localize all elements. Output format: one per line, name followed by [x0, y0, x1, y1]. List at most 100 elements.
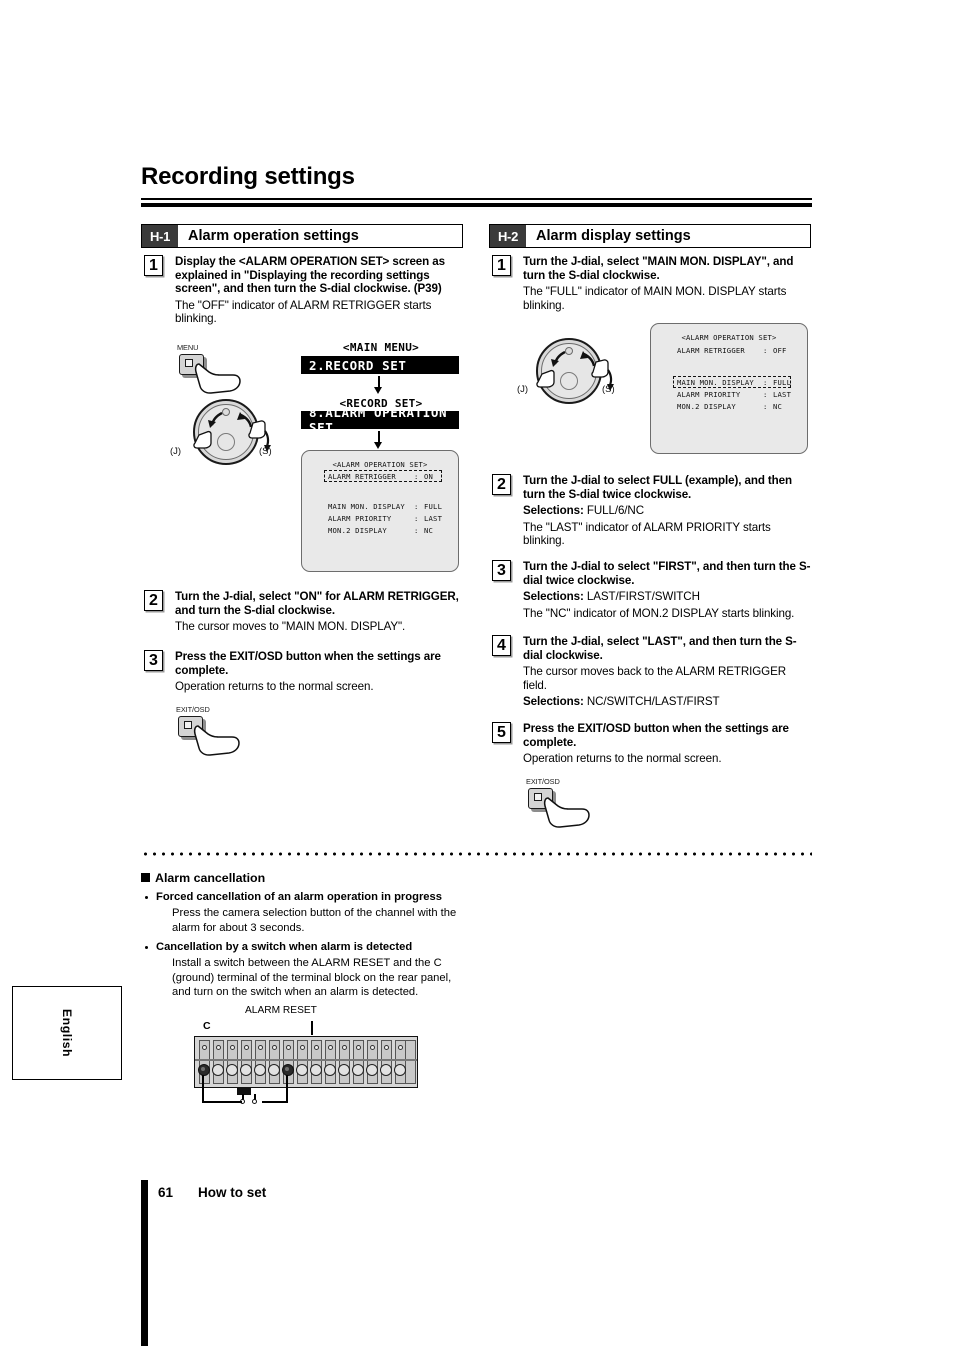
step-number: 4: [492, 635, 511, 656]
hand-pointer-icon: [193, 725, 240, 756]
osd-row-colon: :: [414, 472, 419, 481]
step-right-1: 1 Turn the J-dial, select "MAIN MON. DIS…: [492, 255, 812, 312]
step-left-1: 1 Display the <ALARM OPERATION SET> scre…: [144, 255, 464, 326]
step-bold-text: Display the <ALARM OPERATION SET> screen…: [175, 255, 445, 296]
osd-row-main-mon-display: MAIN MON. DISPLAY: FULL: [677, 378, 791, 387]
osd-row-colon: :: [414, 514, 419, 523]
step-normal-text: The cursor moves to "MAIN MON. DISPLAY".: [175, 620, 406, 634]
manual-page: Recording settings H-1 Alarm operation s…: [0, 0, 954, 1351]
selections-value: FULL/6/NC: [583, 504, 644, 518]
osd-row-key: MAIN MON. DISPLAY: [677, 378, 754, 387]
section-tag-h1: H-1: [142, 225, 178, 247]
step-right-5: 5 Press the EXIT/OSD button when the set…: [492, 722, 812, 766]
j-dial-label: (J): [170, 446, 182, 457]
wire-alarm-left: [262, 1101, 288, 1104]
osd-row-key: MON.2 DISPLAY: [677, 402, 736, 411]
wire-c-right: [202, 1101, 224, 1104]
osd-row-key: ALARM PRIORITY: [677, 390, 741, 399]
osd-row-colon: :: [763, 378, 768, 387]
bullet-dot: [145, 946, 148, 949]
step-normal-text: Operation returns to the normal screen.: [175, 680, 374, 694]
terminal-block-body: [194, 1036, 418, 1088]
footer-page-number: 61: [158, 1185, 174, 1200]
osd-row-value: NC: [424, 526, 434, 535]
step-selections: Selections: NC/SWITCH/LAST/FIRST: [523, 695, 812, 709]
section-header-h2: H-2 Alarm display settings: [489, 224, 811, 248]
title-rule-thin: [141, 198, 812, 200]
osd-row-colon: :: [414, 502, 419, 511]
osd-row-key: ALARM RETRIGGER: [328, 472, 396, 481]
step-selections: Selections: LAST/FIRST/SWITCH: [523, 590, 812, 604]
step-normal-text: The "LAST" indicator of ALARM PRIORITY s…: [523, 520, 771, 548]
osd-row-colon: :: [763, 346, 768, 355]
step-number: 2: [492, 474, 511, 495]
osd-row-alarm-retrigger: ALARM RETRIGGER: OFF: [677, 346, 787, 355]
record-set-item: 8.ALARM OPERATION SET: [301, 405, 459, 435]
osd-row-value: FULL: [773, 378, 792, 387]
switch-terminal-right: [252, 1099, 257, 1104]
terminal-block-diagram: ALARM RESET C: [190, 1005, 430, 1105]
bullet-dot: [145, 896, 148, 899]
hand-pointer-icon: [543, 797, 590, 828]
osd-row-key: MON.2 DISPLAY: [328, 526, 387, 535]
notes-heading: Alarm cancellation: [155, 871, 266, 885]
section-divider-dotted: [141, 852, 812, 856]
alarm-reset-leader-line: [311, 1021, 313, 1035]
step-normal-text: Operation returns to the normal screen.: [523, 752, 722, 766]
step-number: 3: [144, 650, 163, 671]
osd-row-key: ALARM PRIORITY: [328, 514, 392, 523]
osd-row-alarm-retrigger: ALARM RETRIGGER: ON: [328, 472, 433, 481]
selections-label: Selections:: [523, 590, 584, 604]
exit-osd-button-illustration-right: EXIT/OSD: [526, 777, 590, 828]
step-bold-text: Turn the J-dial, select "ON" for ALARM R…: [175, 590, 459, 617]
osd-row-value: LAST: [424, 514, 443, 523]
selections-label: Selections:: [523, 695, 584, 709]
osd-row-main-mon-display: MAIN MON. DISPLAY: FULL: [328, 502, 442, 511]
step-bold-text: Turn the J-dial, select "LAST", and then…: [523, 635, 797, 662]
flow-arrow-head-2: [374, 442, 382, 449]
wire-c-down: [202, 1075, 205, 1103]
step-number: 3: [492, 560, 511, 581]
step-number: 1: [492, 255, 511, 276]
alarm-reset-label: ALARM RESET: [245, 1005, 317, 1016]
osd-row-colon: :: [763, 402, 768, 411]
flow-arrow-head: [374, 387, 382, 394]
step-normal-text: The "OFF" indicator of ALARM RETRIGGER s…: [175, 298, 432, 326]
language-side-tab: English: [12, 986, 122, 1080]
osd-row-colon: :: [763, 390, 768, 399]
osd-title-left: <ALARM OPERATION SET>: [332, 460, 428, 469]
step-right-4: 4 Turn the J-dial, select "LAST", and th…: [492, 635, 812, 709]
note-item-2-text: Install a switch between the ALARM RESET…: [172, 957, 452, 998]
step-bold-text: Press the EXIT/OSD button when the setti…: [523, 722, 789, 749]
osd-row-mon2-display: MON.2 DISPLAY: NC: [328, 526, 433, 535]
step-bold-text: Press the EXIT/OSD button when the setti…: [175, 650, 441, 677]
osd-row-colon: :: [414, 526, 419, 535]
main-menu-caption: <MAIN MENU>: [342, 341, 420, 354]
selections-value: NC/SWITCH/LAST/FIRST: [583, 695, 720, 709]
menu-button-illustration: MENU: [177, 343, 241, 394]
language-label: English: [60, 1008, 74, 1058]
footer-section-text: How to set: [198, 1185, 267, 1200]
step-left-2: 2 Turn the J-dial, select "ON" for ALARM…: [144, 590, 464, 634]
step-bold-text: Turn the J-dial to select FULL (example)…: [523, 474, 792, 501]
exit-osd-button-illustration-left: EXIT/OSD: [176, 705, 240, 756]
section-label-h1: Alarm operation settings: [188, 228, 359, 244]
osd-row-alarm-priority: ALARM PRIORITY: LAST: [328, 514, 442, 523]
osd-row-value: ON: [424, 472, 434, 481]
step-left-3: 3 Press the EXIT/OSD button when the set…: [144, 650, 464, 694]
footer-vertical-bar: [141, 1180, 148, 1346]
step-right-2: 2 Turn the J-dial to select FULL (exampl…: [492, 474, 812, 548]
s-dial-label: (S): [602, 384, 615, 395]
step-number: 2: [144, 590, 163, 611]
step-selections: Selections: FULL/6/NC: [523, 504, 812, 518]
osd-row-value: OFF: [773, 346, 787, 355]
step-bold-text: Turn the J-dial to select "FIRST", and t…: [523, 560, 811, 587]
menu-button-label: MENU: [177, 343, 199, 352]
section-label-h2: Alarm display settings: [536, 228, 691, 244]
step-number: 5: [492, 722, 511, 743]
osd-title-right: <ALARM OPERATION SET>: [681, 333, 777, 342]
jog-shuttle-dial-left: (J) (S): [170, 399, 273, 465]
hand-pointer-icon: [194, 363, 241, 394]
osd-row-value: NC: [773, 402, 783, 411]
title-rule-thick: [141, 203, 812, 207]
